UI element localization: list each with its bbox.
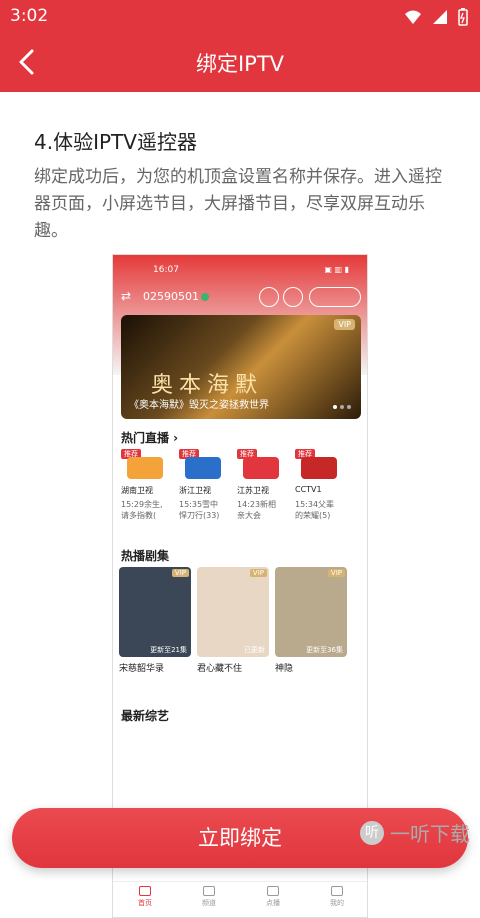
channel-name: 江苏卫视 [237,486,269,495]
banner-title: 奥本海默 [151,373,264,398]
mic-icon [283,287,303,307]
channel-logo-icon [127,457,163,479]
watermark: 听 一听下载 [360,818,470,847]
channel-name: 湖南卫视 [121,486,153,495]
drama-name: 神隐 [275,664,294,674]
step-description: 绑定成功后，为您的机顶盒设置名称并保存。进入遥控器页面，小屏选节目，大屏播节目，… [34,167,442,241]
phone-search-bar: ⇄ 02590501 [121,287,361,307]
swap-icon: ⇄ [121,289,132,303]
channel-list: 推荐 湖南卫视 15:29余生, 请多指教( 推荐 浙江卫视 15:35雪中 悍… [121,449,367,529]
vip-badge: VIP [327,569,345,577]
phone-tab-mine: 我的 [305,882,367,917]
drama-poster: VIP 更新至21集 [119,567,191,657]
verified-icon [201,293,209,301]
vip-badge: VIP [334,319,355,330]
drama-poster: VIP 更新至36集 [275,567,347,657]
phone-banner: VIP 奥本海默 《奥本海默》毁灭之姿拯救世界 [121,315,361,419]
channel-logo-icon [243,457,279,479]
status-icons [404,8,468,26]
channel-program: 15:29余生, 请多指教( [121,500,163,520]
drama-episode: 更新至21集 [150,646,187,654]
drama-episode: 更新至36集 [306,646,343,654]
channel-card: 推荐 浙江卫视 15:35雪中 悍刀行(33) [179,449,229,529]
drama-section-title: 热播剧集 [121,549,170,563]
battery-icon [458,8,468,26]
phone-tab-channel: 频道 [177,882,241,917]
drama-name: 君心藏不住 [197,664,243,674]
channel-name: 浙江卫视 [179,486,211,495]
channel-program: 14:23新相 亲大会 [237,500,277,520]
phone-status-icons: ▣ ▥ ▮ [324,265,349,274]
phone-account: 02590501 [143,290,199,303]
drama-card: VIP 更新至21集 宋慈韶华录 [119,567,191,677]
drama-card: VIP 更新至36集 神隐 [275,567,347,677]
drama-card: VIP 已更新 君心藏不住 [197,567,269,677]
drama-poster: VIP 已更新 [197,567,269,657]
watermark-text: 一听下载 [390,822,470,846]
phone-status-time: 16:07 [153,265,179,275]
app-bar: 绑定IPTV [0,34,480,92]
vip-badge: VIP [171,569,189,577]
drama-list: VIP 更新至21集 宋慈韶华录 VIP 已更新 君心藏不住 VIP 更新至36… [119,567,367,677]
channel-logo-icon [301,457,337,479]
phone-tab-bar: 首页 频道 点播 我的 [113,881,367,917]
phone-tab-vod: 点播 [241,882,305,917]
vip-badge: VIP [249,569,267,577]
status-time: 3:02 [10,6,49,26]
search-icon [259,287,279,307]
channel-program: 15:35雪中 悍刀行(33) [179,500,220,520]
step-title: 4.体验IPTV遥控器 [34,130,197,154]
channel-card: 推荐 CCTV1 15:34父辈 的荣耀(5) [295,449,345,529]
wifi-icon [405,10,421,24]
channel-card: 推荐 湖南卫视 15:29余生, 请多指教( [121,449,171,529]
watermark-logo-icon: 听 [360,820,384,845]
banner-dots [333,405,351,409]
channel-card: 推荐 江苏卫视 14:23新相 亲大会 [237,449,287,529]
drama-name: 宋慈韶华录 [119,664,165,674]
live-section-title: 热门直播 › [121,431,179,445]
banner-caption: 《奥本海默》毁灭之姿拯救世界 [129,400,269,411]
drama-episode: 已更新 [244,646,265,654]
channel-name: CCTV1 [295,485,322,494]
page-title: 绑定IPTV [195,52,285,76]
signal-icon [433,10,447,24]
channel-logo-icon [185,457,221,479]
more-close-capsule [309,287,361,307]
channel-program: 15:34父辈 的荣耀(5) [295,500,335,520]
phone-tab-home: 首页 [113,882,177,917]
content: 4.体验IPTV遥控器 绑定成功后，为您的机顶盒设置名称并保存。进入遥控器页面，… [0,92,480,918]
variety-section-title: 最新综艺 [121,709,170,723]
status-bar: 3:02 [0,0,480,34]
